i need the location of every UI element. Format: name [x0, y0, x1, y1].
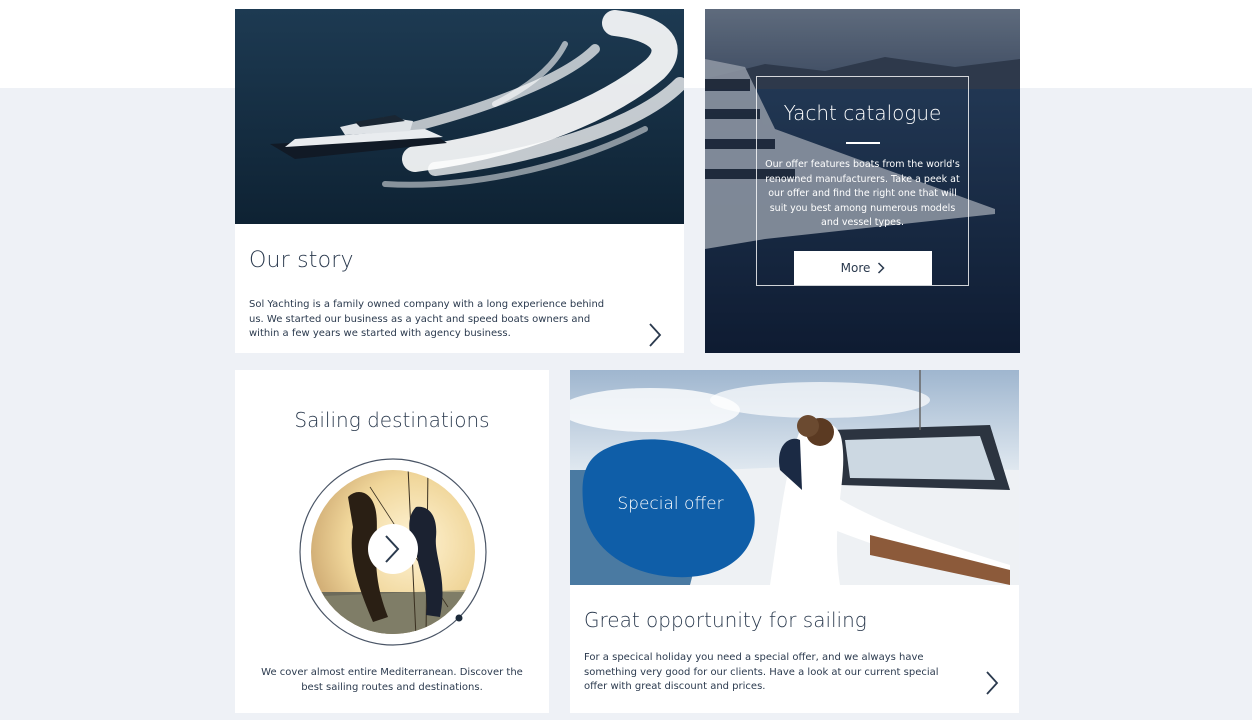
catalogue-text: Our offer features boats from the world'… [765, 159, 960, 228]
more-button[interactable]: More [794, 251, 932, 285]
special-offer-link[interactable] [981, 668, 1003, 698]
sailing-destinations-card: Sailing destinations We cover almost ent… [235, 370, 549, 713]
our-story-title: Our story [249, 248, 354, 273]
special-offer-card: Special offer Great opportunity for sail… [570, 370, 1019, 713]
more-button-label: More [840, 261, 871, 275]
destinations-title: Sailing destinations [294, 408, 490, 432]
destinations-text: We cover almost entire Mediterranean. Di… [261, 667, 523, 693]
our-story-link[interactable] [644, 320, 666, 350]
destinations-circle[interactable] [298, 457, 488, 647]
chevron-right-icon [986, 671, 999, 695]
our-story-card: Our story Sol Yachting is a family owned… [235, 9, 684, 353]
offer-title: Great opportunity for sailing [584, 608, 867, 632]
speedboat-image [235, 9, 684, 224]
yacht-catalogue-card: Yacht catalogue Our offer features boats… [705, 9, 1020, 353]
catalogue-overlay-box: Yacht catalogue Our offer features boats… [756, 76, 969, 286]
catalogue-divider [846, 142, 880, 144]
our-story-text: Sol Yachting is a family owned company w… [249, 299, 605, 339]
catalogue-title: Yacht catalogue [783, 101, 942, 125]
special-offer-image: Special offer [570, 370, 1019, 585]
offer-text: For a specical holiday you need a specia… [584, 652, 939, 692]
chevron-right-icon [878, 262, 885, 274]
chevron-right-icon [649, 323, 662, 347]
our-story-body: Our story Sol Yachting is a family owned… [235, 224, 684, 353]
special-offer-label: Special offer [617, 494, 724, 514]
